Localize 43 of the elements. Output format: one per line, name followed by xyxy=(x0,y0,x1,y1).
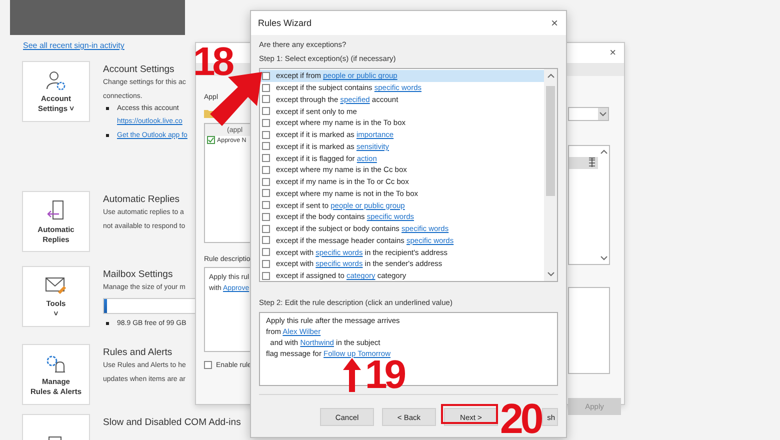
chevron-down-icon[interactable] xyxy=(599,110,607,118)
highlight-box xyxy=(441,404,498,424)
section-title: Mailbox Settings xyxy=(103,269,174,280)
exception-checkbox[interactable] xyxy=(262,236,270,244)
step-number: 19 xyxy=(365,355,404,395)
exception-checkbox[interactable] xyxy=(262,248,270,256)
exception-checkbox[interactable] xyxy=(262,166,270,174)
scrollbar[interactable] xyxy=(544,69,557,281)
close-button[interactable]: × xyxy=(610,47,616,59)
window-title: Rules Wizard xyxy=(258,18,312,28)
section-title: Automatic Replies xyxy=(103,194,181,205)
section-title: Account Settings xyxy=(103,64,176,75)
exception-checkbox[interactable] xyxy=(262,224,270,233)
exception-checkbox[interactable] xyxy=(262,260,270,268)
scroll-up-icon[interactable] xyxy=(546,72,554,80)
close-button[interactable]: × xyxy=(550,16,558,30)
step-number: 20 xyxy=(500,398,541,440)
exception-checkbox[interactable] xyxy=(262,95,270,104)
scroll-down-icon[interactable] xyxy=(600,254,608,262)
person-gear-icon xyxy=(45,70,67,92)
options-icon[interactable] xyxy=(588,157,596,168)
pointer-arrow xyxy=(343,358,361,392)
exception-checkbox[interactable] xyxy=(262,107,270,116)
exception-checkbox[interactable] xyxy=(262,118,270,127)
section-title: Slow and Disabled COM Add-ins xyxy=(103,417,241,428)
exception-checkbox[interactable] xyxy=(262,142,270,150)
exception-checkbox[interactable] xyxy=(262,201,270,210)
exception-checkbox[interactable] xyxy=(262,130,270,139)
exception-checkbox[interactable] xyxy=(262,72,270,80)
rule-checkbox[interactable] xyxy=(207,136,215,144)
scroll-up-icon[interactable] xyxy=(600,148,608,156)
exception-checkbox[interactable] xyxy=(262,154,270,162)
section-title: Rules and Alerts xyxy=(103,347,174,358)
dropdown[interactable] xyxy=(568,107,609,121)
exception-checkbox[interactable] xyxy=(262,84,270,92)
exception-checkbox[interactable] xyxy=(262,272,270,280)
step-number: 18 xyxy=(193,42,232,82)
scroll-down-icon[interactable] xyxy=(546,270,554,278)
exception-checkbox[interactable] xyxy=(262,189,270,198)
exception-checkbox[interactable] xyxy=(262,178,270,186)
exception-checkbox[interactable] xyxy=(262,212,270,221)
envelope-icon xyxy=(43,274,69,297)
sign-in-link[interactable]: See all recent sign-in activity xyxy=(23,41,124,50)
